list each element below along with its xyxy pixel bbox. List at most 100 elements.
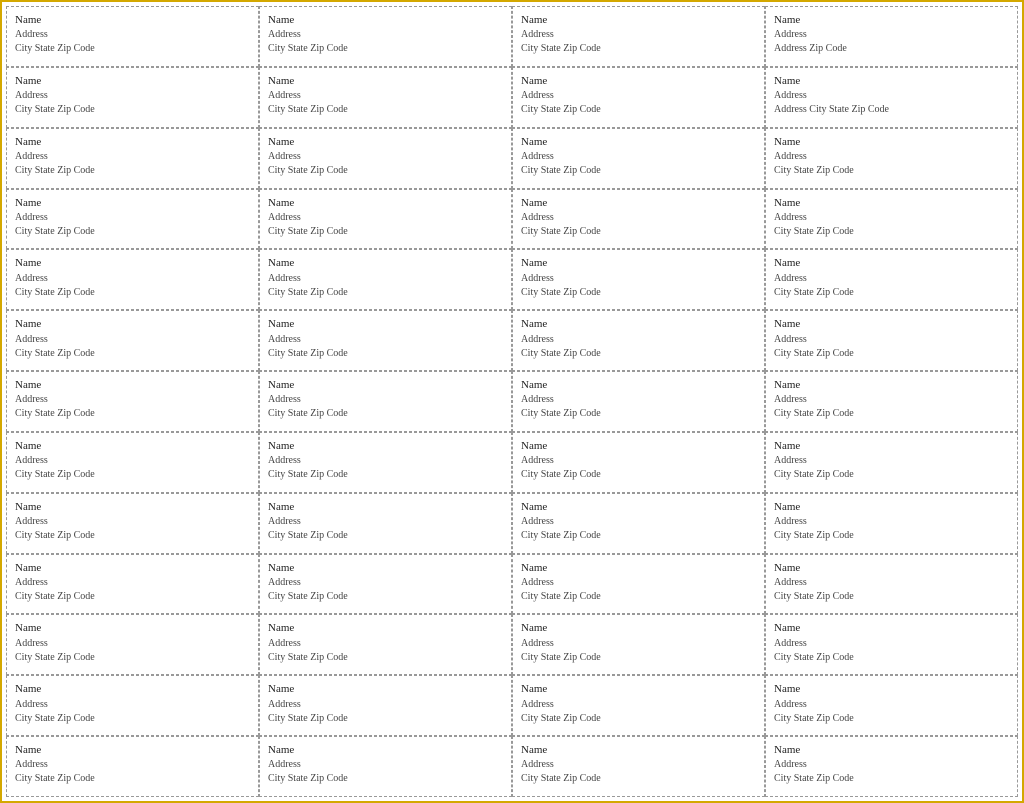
label-address: Address — [15, 150, 250, 163]
label-city-state-zip: City State Zip Code — [268, 164, 503, 177]
label-name: Name — [521, 74, 756, 88]
label-name: Name — [774, 682, 1009, 696]
label-city-state-zip: City State Zip Code — [521, 772, 756, 785]
label-address: Address — [15, 272, 250, 285]
label-address: Address — [268, 758, 503, 771]
label-address: Address — [268, 333, 503, 346]
label-card: NameAddressCity State Zip Code — [765, 371, 1018, 432]
label-address: Address — [774, 637, 1009, 650]
label-city-state-zip: Address Zip Code — [774, 42, 1009, 55]
label-address: Address — [774, 454, 1009, 467]
label-card: NameAddressCity State Zip Code — [259, 67, 512, 128]
label-address: Address — [15, 576, 250, 589]
label-city-state-zip: City State Zip Code — [15, 712, 250, 725]
label-city-state-zip: City State Zip Code — [15, 42, 250, 55]
label-city-state-zip: City State Zip Code — [774, 225, 1009, 238]
label-name: Name — [521, 378, 756, 392]
label-city-state-zip: City State Zip Code — [15, 468, 250, 481]
label-city-state-zip: City State Zip Code — [521, 103, 756, 116]
label-card: Name AddressCity State Zip Code — [6, 675, 259, 736]
label-name: Name — [521, 196, 756, 210]
label-city-state-zip: City State Zip Code — [521, 712, 756, 725]
label-card: NameAddressCity State Zip Code — [765, 249, 1018, 310]
label-address: Address — [268, 637, 503, 650]
label-address: Address — [268, 89, 503, 102]
label-address: Address — [774, 698, 1009, 711]
label-address: Address — [774, 515, 1009, 528]
label-city-state-zip: City State Zip Code — [774, 164, 1009, 177]
label-city-state-zip: City State Zip Code — [774, 772, 1009, 785]
label-address: Address — [521, 211, 756, 224]
label-name: Name — [15, 74, 250, 88]
label-card: NameAddressCity State Zip Code — [512, 67, 765, 128]
label-card: NameAddressCity State Zip Code — [512, 6, 765, 67]
label-address: Address — [521, 333, 756, 346]
label-card: NameAddressCity State Zip Code — [259, 128, 512, 189]
label-address: Address — [774, 28, 1009, 41]
label-city-state-zip: City State Zip Code — [521, 225, 756, 238]
label-name: Name — [521, 317, 756, 331]
label-city-state-zip: City State Zip Code — [15, 407, 250, 420]
label-name: Name — [268, 196, 503, 210]
label-card: NameAddressCity State Zip Code — [259, 614, 512, 675]
label-card: NameAddressAddress Zip Code — [765, 6, 1018, 67]
label-card: NameAddressCity State Zip Code — [259, 249, 512, 310]
label-name: Name — [774, 439, 1009, 453]
label-name: Name — [521, 13, 756, 27]
label-name: Name — [268, 13, 503, 27]
label-city-state-zip: City State Zip Code — [268, 347, 503, 360]
label-address: Address — [521, 576, 756, 589]
label-address: Address — [521, 515, 756, 528]
label-card: NameAddressCity State Zip Code — [6, 554, 259, 615]
label-card: NameAddressCity State Zip Code — [259, 493, 512, 554]
label-name: Name — [774, 317, 1009, 331]
label-card: NameAddressCity State Zip Code — [512, 675, 765, 736]
label-name: Name — [774, 743, 1009, 757]
label-card: NameAddressCity State Zip Code — [512, 614, 765, 675]
label-address: Address — [268, 150, 503, 163]
label-city-state-zip: City State Zip Code — [521, 407, 756, 420]
label-name: Name — [15, 439, 250, 453]
label-address: Address — [774, 89, 1009, 102]
label-address: Address — [774, 393, 1009, 406]
label-name: Name — [521, 743, 756, 757]
label-address: Address — [774, 211, 1009, 224]
label-card: NameAddressCity State Zip Code — [6, 249, 259, 310]
label-address: Address — [521, 150, 756, 163]
label-card: NameAddressCity State Zip Code — [512, 554, 765, 615]
label-city-state-zip: City State Zip Code — [774, 468, 1009, 481]
label-card: NameAddressCity State Zip Code — [259, 189, 512, 250]
label-city-state-zip: City State Zip Code — [774, 347, 1009, 360]
label-address: Address — [15, 28, 250, 41]
label-sheet: NameAddressCity State Zip CodeNameAddres… — [0, 0, 1024, 803]
label-city-state-zip: City State Zip Code — [268, 468, 503, 481]
label-card: NameAddressCity State Zip Code — [765, 189, 1018, 250]
label-city-state-zip: City State Zip Code — [268, 407, 503, 420]
label-address: Address — [521, 454, 756, 467]
label-name: Name — [774, 13, 1009, 27]
label-city-state-zip: City State Zip Code — [15, 286, 250, 299]
label-name: Name — [268, 317, 503, 331]
label-card: NameAddressAddress City State Zip Code — [765, 67, 1018, 128]
label-city-state-zip: City State Zip Code — [15, 529, 250, 542]
label-card: NameAddressCity State Zip Code — [6, 128, 259, 189]
label-name: Name — [15, 743, 250, 757]
label-name: Name — [268, 378, 503, 392]
label-name: Name — [15, 682, 250, 696]
label-card: NameAddressCity State Zip Code — [512, 736, 765, 797]
label-card: NameAddressCity State Zip Code — [6, 310, 259, 371]
label-name: Name — [15, 196, 250, 210]
label-city-state-zip: City State Zip Code — [774, 651, 1009, 664]
label-address: Address — [268, 576, 503, 589]
label-name: Name — [774, 500, 1009, 514]
label-name: Name — [15, 135, 250, 149]
label-address: Address — [268, 393, 503, 406]
label-name: Name — [268, 500, 503, 514]
label-card: NameAddressCity State Zip Code — [259, 371, 512, 432]
label-address: Address — [15, 698, 250, 711]
label-address: Address — [268, 454, 503, 467]
label-address: Address — [268, 272, 503, 285]
label-card: NameAddressCity State Zip Code — [259, 675, 512, 736]
label-card: NameAddressCity State Zip Code — [512, 189, 765, 250]
label-address: Address — [774, 576, 1009, 589]
